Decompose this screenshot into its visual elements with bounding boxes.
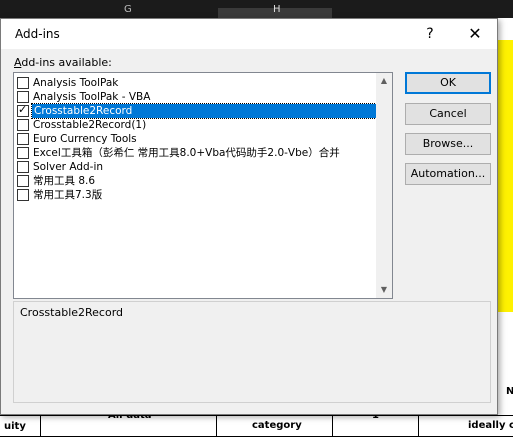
checkbox[interactable] [17,147,29,159]
dialog-title-bar[interactable]: Add-ins ? ✕ [1,19,497,49]
cancel-button[interactable]: Cancel [405,103,491,125]
checkbox-checked[interactable] [17,103,29,117]
list-item-common-tools-7-3[interactable]: 常用工具7.3版 [17,188,376,202]
list-item-common-tools-8-6[interactable]: 常用工具 8.6 [17,174,376,188]
list-item-label: Excel工具箱（彭希仁 常用工具8.0+Vba代码助手2.0-Vbe）合并 [33,147,340,159]
list-item-excel-toolbox[interactable]: Excel工具箱（彭希仁 常用工具8.0+Vba代码助手2.0-Vbe）合并 [17,146,376,160]
dialog-title: Add-ins [15,27,60,41]
label-rest: dd-ins available: [21,56,112,69]
grid-line [40,415,41,437]
checkbox[interactable] [17,189,29,201]
close-button[interactable]: ✕ [453,19,497,49]
add-ins-list[interactable]: Analysis ToolPak Analysis ToolPak - VBA … [13,72,393,299]
cell-uity[interactable]: uity [4,421,26,432]
list-item-label: Analysis ToolPak - VBA [33,91,151,103]
checkbox[interactable] [17,91,29,103]
list-item-analysis-toolpak[interactable]: Analysis ToolPak [17,76,376,90]
browse-button[interactable]: Browse... [405,133,491,155]
ok-button[interactable]: OK [405,72,491,94]
checkbox[interactable] [17,175,29,187]
list-item-label: Analysis ToolPak [33,77,119,89]
grid-line [216,415,217,437]
column-header-h[interactable]: H [273,4,281,15]
list-item-label: Crosstable2Record(1) [33,119,147,131]
automation-button[interactable]: Automation... [405,163,491,185]
add-ins-dialog: Add-ins ? ✕ Add-ins available: Analysis … [0,18,498,415]
checkbox[interactable] [17,161,29,173]
description-text: Crosstable2Record [20,306,124,319]
list-item-label: Euro Currency Tools [33,133,137,145]
cell-ideally[interactable]: ideally c [468,420,513,431]
list-item-analysis-toolpak-vba[interactable]: Analysis ToolPak - VBA [17,90,376,104]
column-header-g[interactable]: G [124,4,132,15]
list-item-solver-add-in[interactable]: Solver Add-in [17,160,376,174]
list-item-label: 常用工具 8.6 [33,175,96,187]
list-item-label: 常用工具7.3版 [33,189,103,201]
list-item-crosstable2record[interactable]: Crosstable2Record [17,103,379,119]
list-item-crosstable2record-1[interactable]: Crosstable2Record(1) [17,118,376,132]
grid-line [0,415,513,416]
grid-line [418,415,419,437]
list-item-euro-currency-tools[interactable]: Euro Currency Tools [17,132,376,146]
highlighted-cells [498,40,513,312]
add-ins-available-label: Add-ins available: [14,56,112,69]
cell-category[interactable]: category [252,420,302,431]
list-scrollbar[interactable]: ▲ ▼ [376,73,392,298]
checkbox[interactable] [17,77,29,89]
scroll-down-icon[interactable]: ▼ [376,282,392,298]
checkbox[interactable] [17,133,29,145]
checkbox[interactable] [17,119,29,131]
list-item-label: Solver Add-in [33,161,104,173]
scroll-up-icon[interactable]: ▲ [376,73,392,89]
cell-fragment-right[interactable]: N [506,386,513,397]
help-button[interactable]: ? [408,19,452,49]
description-box: Crosstable2Record [13,301,491,403]
grid-line [332,415,333,437]
list-item-label: Crosstable2Record [31,103,379,119]
